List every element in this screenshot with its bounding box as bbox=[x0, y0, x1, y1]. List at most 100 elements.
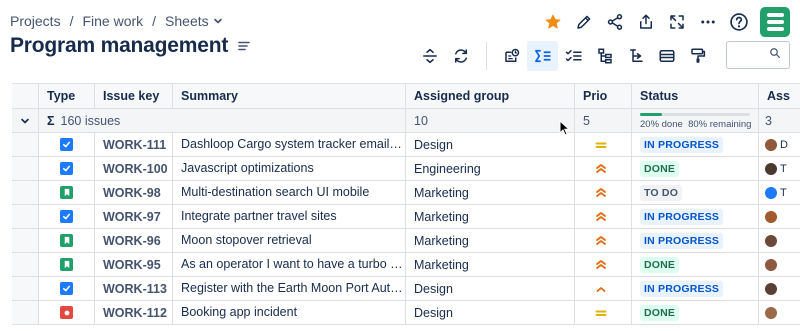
table-row-work-112[interactable]: WORK-112 Booking app incident Design DON… bbox=[12, 301, 800, 325]
assignee-cell[interactable] bbox=[759, 301, 800, 324]
status-cell[interactable]: DONE bbox=[632, 301, 759, 324]
assigned-group-cell[interactable]: Marketing bbox=[406, 253, 575, 276]
status-cell[interactable]: IN PROGRESS bbox=[632, 133, 759, 156]
issue-key[interactable]: WORK-96 bbox=[95, 229, 173, 252]
task-type-icon bbox=[60, 162, 73, 175]
assigned-group-cell[interactable]: Design bbox=[406, 277, 575, 300]
table-row-work-111[interactable]: WORK-111 Dashloop Cargo system tracker e… bbox=[12, 133, 800, 157]
column-header-type[interactable]: Type bbox=[39, 84, 95, 108]
assignee-cell[interactable] bbox=[759, 229, 800, 252]
priority-cell[interactable] bbox=[575, 253, 632, 276]
assignee-cell[interactable] bbox=[759, 253, 800, 276]
tree-icon[interactable] bbox=[620, 41, 651, 71]
priority-cell[interactable] bbox=[575, 157, 632, 180]
column-header-prio[interactable]: Prio bbox=[575, 84, 632, 108]
status-cell[interactable]: DONE bbox=[632, 157, 759, 180]
table-row-work-98[interactable]: WORK-98 Multi-destination search UI mobi… bbox=[12, 181, 800, 205]
export-icon[interactable] bbox=[630, 6, 661, 37]
assignee-cell[interactable]: T bbox=[759, 181, 800, 204]
summary-cell[interactable]: Javascript optimizations bbox=[173, 157, 406, 180]
story-type-icon bbox=[60, 258, 73, 271]
summary-cell[interactable]: Dashloop Cargo system tracker email s... bbox=[173, 133, 406, 156]
issue-key[interactable]: WORK-98 bbox=[95, 181, 173, 204]
avatar bbox=[765, 234, 777, 247]
summary-cell[interactable]: Moon stopover retrieval bbox=[173, 229, 406, 252]
task-type-icon bbox=[60, 138, 73, 151]
assigned-group-cell[interactable]: Marketing bbox=[406, 205, 575, 228]
table-row-work-113[interactable]: WORK-113 Register with the Earth Moon Po… bbox=[12, 277, 800, 301]
status-cell[interactable]: IN PROGRESS bbox=[632, 277, 759, 300]
assignee-cell[interactable] bbox=[759, 205, 800, 228]
breadcrumb-fine-work[interactable]: Fine work bbox=[82, 13, 143, 29]
type-cell bbox=[39, 133, 95, 156]
chevron-down-icon[interactable] bbox=[213, 16, 223, 26]
more-icon[interactable] bbox=[692, 6, 723, 37]
status-cell[interactable]: IN PROGRESS bbox=[632, 229, 759, 252]
issue-key[interactable]: WORK-113 bbox=[95, 277, 173, 300]
assignee-cell[interactable] bbox=[759, 277, 800, 300]
issue-key[interactable]: WORK-112 bbox=[95, 301, 173, 324]
pencil-icon[interactable] bbox=[568, 6, 599, 37]
page-title: Program management bbox=[10, 34, 229, 57]
table-row-work-96[interactable]: WORK-96 Moon stopover retrieval Marketin… bbox=[12, 229, 800, 253]
add-view-icon[interactable] bbox=[496, 41, 527, 71]
app-logo-icon[interactable] bbox=[760, 6, 790, 37]
story-type-icon bbox=[60, 186, 73, 199]
priority-cell[interactable] bbox=[575, 133, 632, 156]
status-cell[interactable]: IN PROGRESS bbox=[632, 205, 759, 228]
summary-cell[interactable]: Booking app incident bbox=[173, 301, 406, 324]
issue-key[interactable]: WORK-111 bbox=[95, 133, 173, 156]
assigned-group-cell[interactable]: Design bbox=[406, 133, 575, 156]
summary-cell[interactable]: Integrate partner travel sites bbox=[173, 205, 406, 228]
priority-cell[interactable] bbox=[575, 229, 632, 252]
hierarchy-icon[interactable] bbox=[589, 41, 620, 71]
column-header-issue-key[interactable]: Issue key bbox=[95, 84, 173, 108]
status-cell[interactable]: DONE bbox=[632, 253, 759, 276]
assigned-group-cell[interactable]: Design bbox=[406, 301, 575, 324]
assignee-cell[interactable]: D bbox=[759, 133, 800, 156]
summary-cell[interactable]: Register with the Earth Moon Port Auth..… bbox=[173, 277, 406, 300]
assigned-group-cell[interactable]: Marketing bbox=[406, 181, 575, 204]
priority-cell[interactable] bbox=[575, 181, 632, 204]
issue-key[interactable]: WORK-100 bbox=[95, 157, 173, 180]
assigned-group-cell[interactable]: Engineering bbox=[406, 157, 575, 180]
column-header-summary[interactable]: Summary bbox=[173, 84, 406, 108]
grid-body: WORK-111 Dashloop Cargo system tracker e… bbox=[12, 133, 800, 325]
issue-key[interactable]: WORK-95 bbox=[95, 253, 173, 276]
search-input[interactable] bbox=[726, 41, 790, 69]
format-painter-icon[interactable] bbox=[682, 41, 713, 71]
summary-cell[interactable]: Multi-destination search UI mobile bbox=[173, 181, 406, 204]
row-height-icon[interactable] bbox=[414, 41, 445, 71]
priority-cell[interactable] bbox=[575, 205, 632, 228]
sum-icon[interactable] bbox=[527, 41, 558, 71]
help-icon[interactable] bbox=[723, 6, 754, 37]
column-header-assignee[interactable]: Ass bbox=[759, 84, 800, 108]
issue-key[interactable]: WORK-97 bbox=[95, 205, 173, 228]
group-icon[interactable] bbox=[651, 41, 682, 71]
menu-icon[interactable] bbox=[238, 41, 250, 51]
collapse-toggle[interactable] bbox=[12, 109, 39, 132]
column-header-status[interactable]: Status bbox=[632, 84, 759, 108]
priority-high-icon bbox=[595, 163, 607, 174]
refresh-icon[interactable] bbox=[445, 41, 476, 71]
row-gutter bbox=[12, 133, 39, 156]
breadcrumb-sheets[interactable]: Sheets bbox=[165, 13, 209, 29]
search-icon bbox=[769, 46, 781, 64]
table-row-work-97[interactable]: WORK-97 Integrate partner travel sites M… bbox=[12, 205, 800, 229]
checklist-icon[interactable] bbox=[558, 41, 589, 71]
share-icon[interactable] bbox=[599, 6, 630, 37]
table-row-work-95[interactable]: WORK-95 As an operator I want to have a … bbox=[12, 253, 800, 277]
assignee-cell[interactable]: T bbox=[759, 157, 800, 180]
priority-cell[interactable] bbox=[575, 277, 632, 300]
assigned-group-cell[interactable]: Marketing bbox=[406, 229, 575, 252]
star-icon[interactable] bbox=[537, 6, 568, 37]
assignee-initial: T bbox=[780, 186, 787, 199]
breadcrumb-projects[interactable]: Projects bbox=[10, 13, 61, 29]
fullscreen-icon[interactable] bbox=[661, 6, 692, 37]
priority-cell[interactable] bbox=[575, 301, 632, 324]
summary-cell[interactable]: As an operator I want to have a turbo b.… bbox=[173, 253, 406, 276]
table-row-work-100[interactable]: WORK-100 Javascript optimizations Engine… bbox=[12, 157, 800, 181]
assignee-initial: T bbox=[780, 162, 787, 175]
column-header-assigned-group[interactable]: Assigned group bbox=[406, 84, 575, 108]
status-cell[interactable]: TO DO bbox=[632, 181, 759, 204]
